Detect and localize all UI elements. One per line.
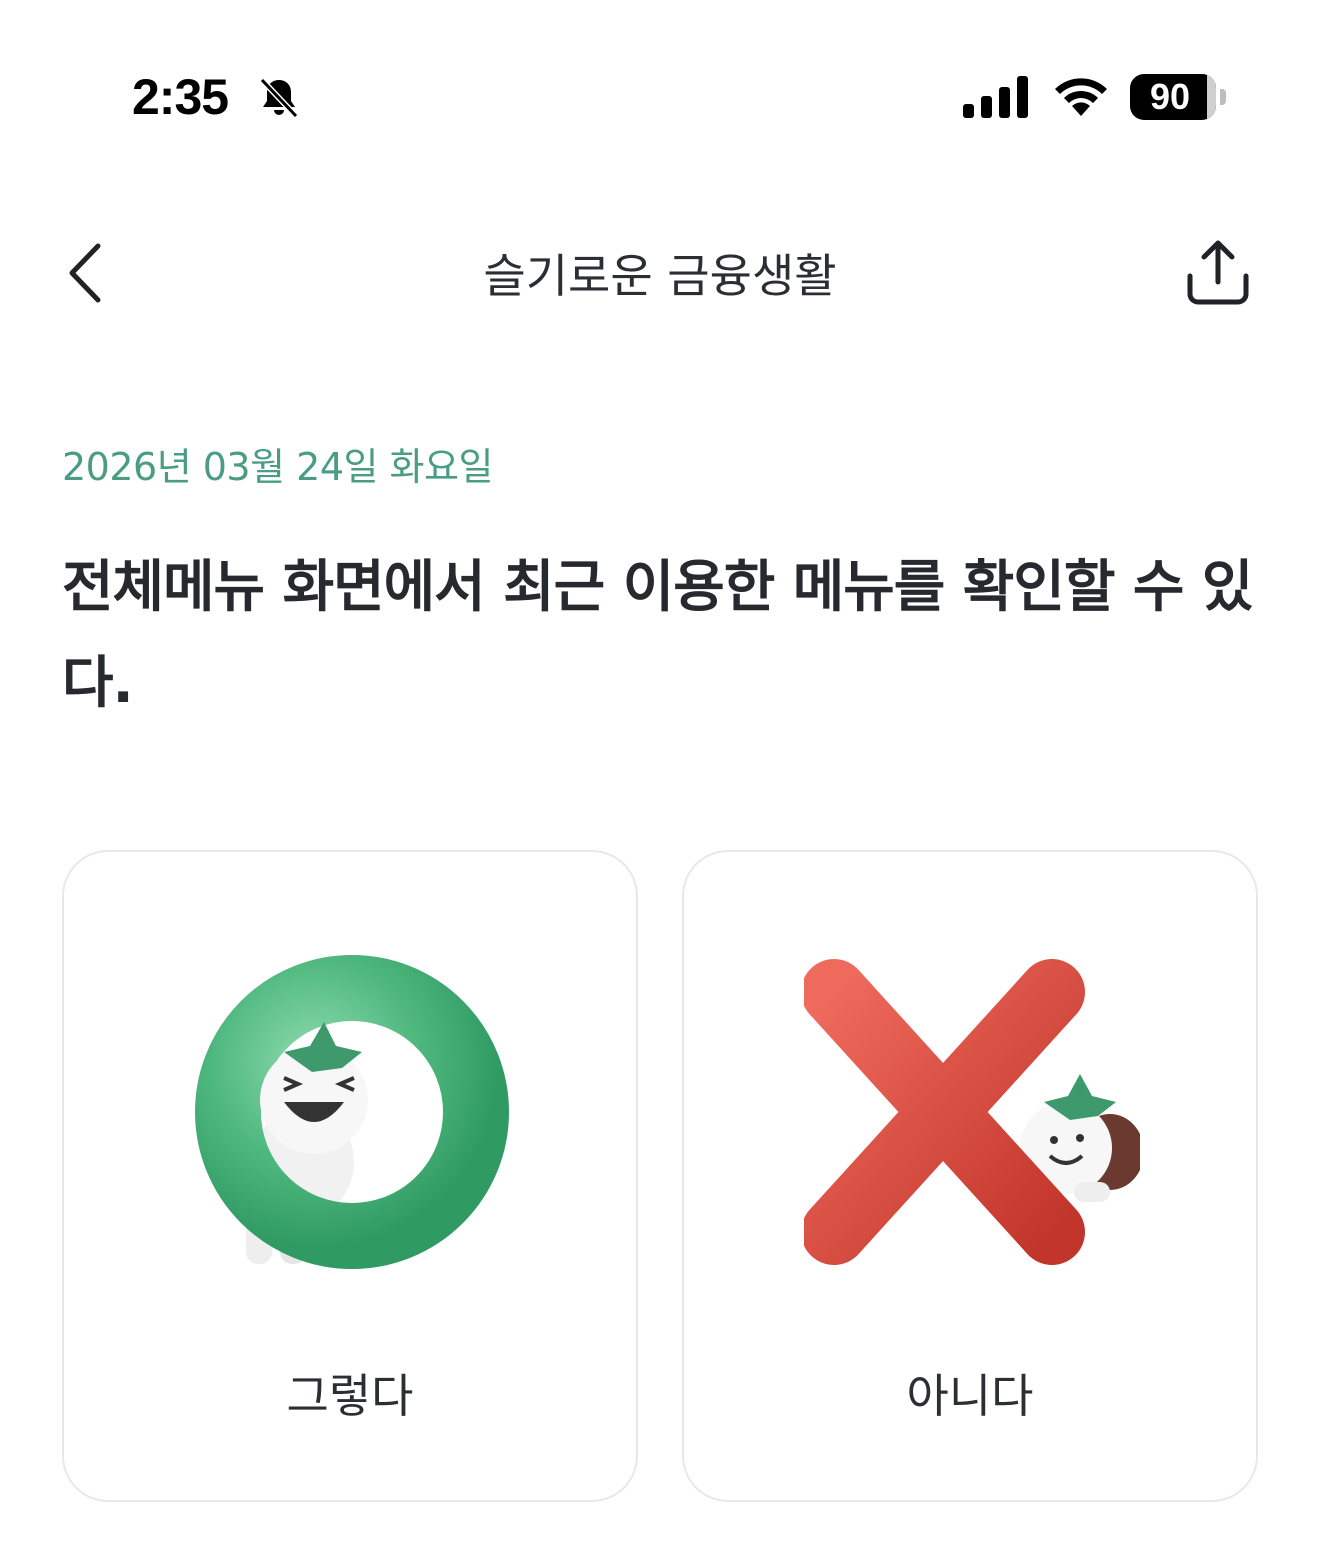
battery-body: 90 [1130,74,1216,120]
green-o-mascot-icon [195,955,509,1269]
red-x-mascot-icon [804,959,1140,1265]
page-title: 슬기로운 금융생활 [483,249,837,303]
battery-icon: 90 [1130,74,1228,120]
choice-no-button[interactable]: 아니다 [682,850,1258,1502]
nav-bar: 슬기로운 금융생활 [0,200,1320,340]
share-icon[interactable] [1180,236,1256,308]
status-time: 2:35 [132,69,229,125]
bell-slash-icon [259,77,299,119]
choice-no-label: 아니다 [906,1369,1034,1423]
cellular-signal-icon [963,76,1028,118]
wifi-icon [1055,78,1107,116]
quiz-date: 2026년 03월 24일 화요일 [62,445,493,489]
battery-cap [1220,89,1226,105]
battery-level: 90 [1149,76,1191,117]
quiz-question: 전체메뉴 화면에서 최근 이용한 메뉴를 확인할 수 있다. [62,555,1253,716]
choice-yes-button[interactable]: 그렇다 [62,850,638,1502]
quiz-page: 2:35 90 슬기로운 금융생활 2026년 03월 24일 화요일 전체메뉴… [0,0,1320,1552]
choice-yes-label: 그렇다 [286,1369,414,1423]
status-bar: 2:35 90 [0,0,1320,190]
